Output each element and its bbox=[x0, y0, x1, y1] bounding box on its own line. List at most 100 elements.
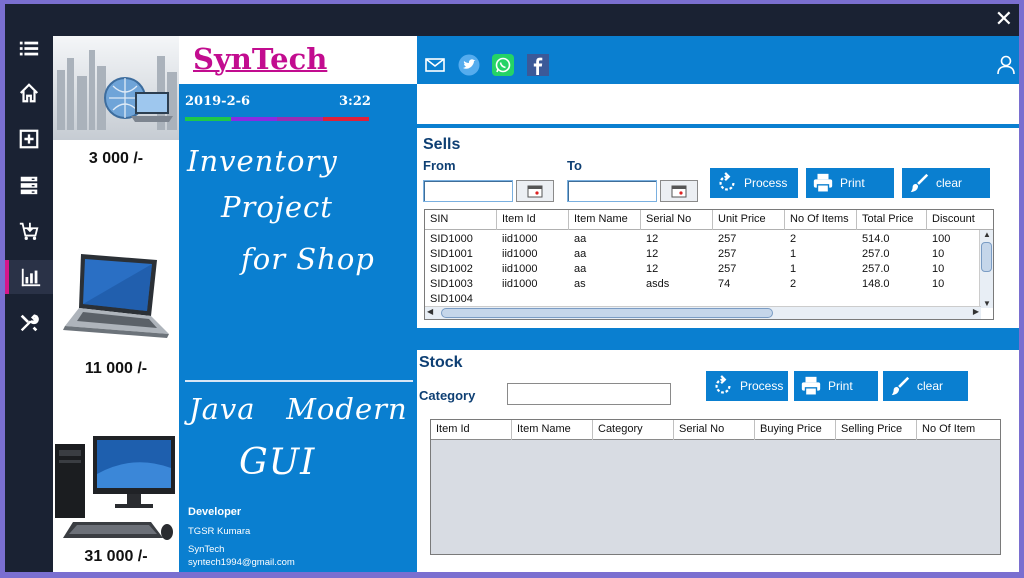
table-cell: 12 bbox=[646, 233, 659, 245]
title-bar: ✕ bbox=[5, 4, 1019, 36]
from-date-field[interactable] bbox=[423, 180, 513, 202]
brush-icon bbox=[910, 173, 929, 193]
close-icon[interactable]: ✕ bbox=[995, 7, 1013, 32]
table-cell bbox=[713, 292, 785, 307]
table-cell: SID1004 bbox=[430, 293, 473, 305]
sells-table[interactable]: SIN Item Id Item Name Serial No Unit Pri… bbox=[424, 209, 994, 320]
sells-process-button[interactable]: Process bbox=[710, 168, 798, 198]
nav-sidebar bbox=[5, 36, 53, 572]
table-cell: 257 bbox=[718, 263, 737, 275]
horizontal-scrollbar[interactable]: ◀ ▶ bbox=[425, 306, 981, 319]
column-header[interactable]: Category bbox=[593, 420, 674, 440]
table-cell: 1 bbox=[790, 248, 797, 260]
sells-table-header: SIN Item Id Item Name Serial No Unit Pri… bbox=[425, 210, 993, 230]
refresh-icon bbox=[715, 375, 731, 394]
cart-icon[interactable] bbox=[5, 214, 53, 248]
column-header[interactable]: Item Name bbox=[569, 210, 641, 230]
from-label: From bbox=[423, 158, 456, 173]
laptop-image bbox=[53, 246, 179, 356]
category-field[interactable] bbox=[507, 383, 671, 405]
process-label: Process bbox=[740, 379, 784, 393]
table-row[interactable]: SID1004 bbox=[425, 292, 993, 307]
column-header[interactable]: No Of Item bbox=[917, 420, 1000, 440]
column-header[interactable]: No Of Items bbox=[785, 210, 857, 230]
sells-section: Sells From To Process Print clear SIN It… bbox=[417, 128, 1019, 328]
column-header[interactable]: Discount bbox=[927, 210, 993, 230]
table-cell: iid1000 bbox=[502, 263, 538, 275]
main-content: Sells From To Process Print clear SIN It… bbox=[417, 36, 1019, 572]
storage-icon[interactable] bbox=[5, 168, 53, 202]
table-cell: 257.0 bbox=[862, 263, 890, 275]
facebook-icon[interactable] bbox=[527, 54, 549, 76]
table-cell: 12 bbox=[646, 263, 659, 275]
home-icon[interactable] bbox=[5, 76, 53, 110]
table-row[interactable]: SID1000 iid1000 aa 12 257 2 514.0 100 bbox=[425, 232, 993, 247]
column-header[interactable]: Item Name bbox=[512, 420, 593, 440]
to-calendar-button[interactable] bbox=[660, 180, 698, 202]
calendar-icon bbox=[671, 185, 687, 198]
stock-process-button[interactable]: Process bbox=[706, 371, 788, 401]
table-cell: 1 bbox=[790, 263, 797, 275]
table-row[interactable]: SID1003 iid1000 as asds 74 2 148.0 10 bbox=[425, 277, 993, 292]
vertical-scrollbar[interactable]: ▲ ▼ bbox=[979, 230, 993, 308]
tagline-line-4: Java Modern bbox=[189, 392, 408, 426]
current-time: 3:22 bbox=[339, 94, 371, 109]
column-header[interactable]: SIN bbox=[425, 210, 497, 230]
table-cell: 2 bbox=[790, 278, 797, 290]
tagline-line-2: Project bbox=[221, 190, 333, 224]
refresh-icon bbox=[719, 172, 735, 191]
brand-box: SynTech bbox=[179, 36, 417, 84]
whatsapp-icon[interactable] bbox=[492, 54, 514, 76]
column-header[interactable]: Serial No bbox=[674, 420, 755, 440]
stock-section: Stock Category Process Print clear Item … bbox=[417, 350, 1019, 572]
stock-title: Stock bbox=[419, 354, 463, 371]
tools-icon[interactable] bbox=[5, 306, 53, 340]
table-cell: aa bbox=[574, 248, 587, 260]
mail-icon[interactable] bbox=[424, 54, 446, 76]
developer-email: syntech1994@gmail.com bbox=[188, 557, 295, 568]
table-cell bbox=[569, 292, 641, 307]
category-label: Category bbox=[419, 388, 476, 403]
stock-clear-button[interactable]: clear bbox=[883, 371, 968, 401]
column-header[interactable]: Item Id bbox=[431, 420, 512, 440]
column-header[interactable]: Unit Price bbox=[713, 210, 785, 230]
table-cell: 74 bbox=[718, 278, 731, 290]
twitter-icon[interactable] bbox=[458, 54, 480, 76]
to-date-field[interactable] bbox=[567, 180, 657, 202]
column-header[interactable]: Selling Price bbox=[836, 420, 917, 440]
stock-print-button[interactable]: Print bbox=[794, 371, 878, 401]
sells-clear-button[interactable]: clear bbox=[902, 168, 990, 198]
table-cell: SID1000 bbox=[430, 233, 473, 245]
clear-label: clear bbox=[936, 176, 963, 190]
table-row[interactable]: SID1001 iid1000 aa 12 257 1 257.0 10 bbox=[425, 247, 993, 262]
column-header[interactable]: Item Id bbox=[497, 210, 569, 230]
table-cell: 2 bbox=[790, 233, 797, 245]
stock-table[interactable]: Item Id Item Name Category Serial No Buy… bbox=[430, 419, 1001, 555]
sells-print-button[interactable]: Print bbox=[806, 168, 894, 198]
printer-icon bbox=[801, 376, 821, 396]
column-header[interactable]: Buying Price bbox=[755, 420, 836, 440]
info-panel: SynTech 2019-2-6 3:22 Inventory Project … bbox=[179, 36, 417, 572]
table-cell bbox=[857, 292, 927, 307]
product-showcase: 3 000 /- 11 000 /- 31 000 /- bbox=[53, 36, 179, 572]
table-cell: asds bbox=[646, 278, 670, 290]
menu-icon[interactable] bbox=[5, 32, 53, 66]
user-icon[interactable] bbox=[995, 54, 1017, 76]
table-cell: 257 bbox=[718, 248, 737, 260]
column-header[interactable]: Total Price bbox=[857, 210, 927, 230]
table-row[interactable]: SID1002 iid1000 aa 12 257 1 257.0 10 bbox=[425, 262, 993, 277]
table-cell: SID1003 bbox=[430, 278, 473, 290]
table-cell: iid1000 bbox=[502, 278, 538, 290]
divider bbox=[185, 380, 413, 382]
table-cell: 148.0 bbox=[862, 278, 890, 290]
stock-table-header: Item Id Item Name Category Serial No Buy… bbox=[431, 420, 1000, 440]
report-chart-icon[interactable] bbox=[5, 260, 53, 294]
add-product-icon[interactable] bbox=[5, 122, 53, 156]
brush-icon bbox=[891, 376, 910, 396]
from-calendar-button[interactable] bbox=[516, 180, 554, 202]
social-bar bbox=[417, 36, 1019, 84]
brand-logo: SynTech bbox=[193, 42, 328, 76]
product-price-1: 3 000 /- bbox=[88, 150, 144, 167]
sells-title: Sells bbox=[423, 136, 461, 153]
column-header[interactable]: Serial No bbox=[641, 210, 713, 230]
